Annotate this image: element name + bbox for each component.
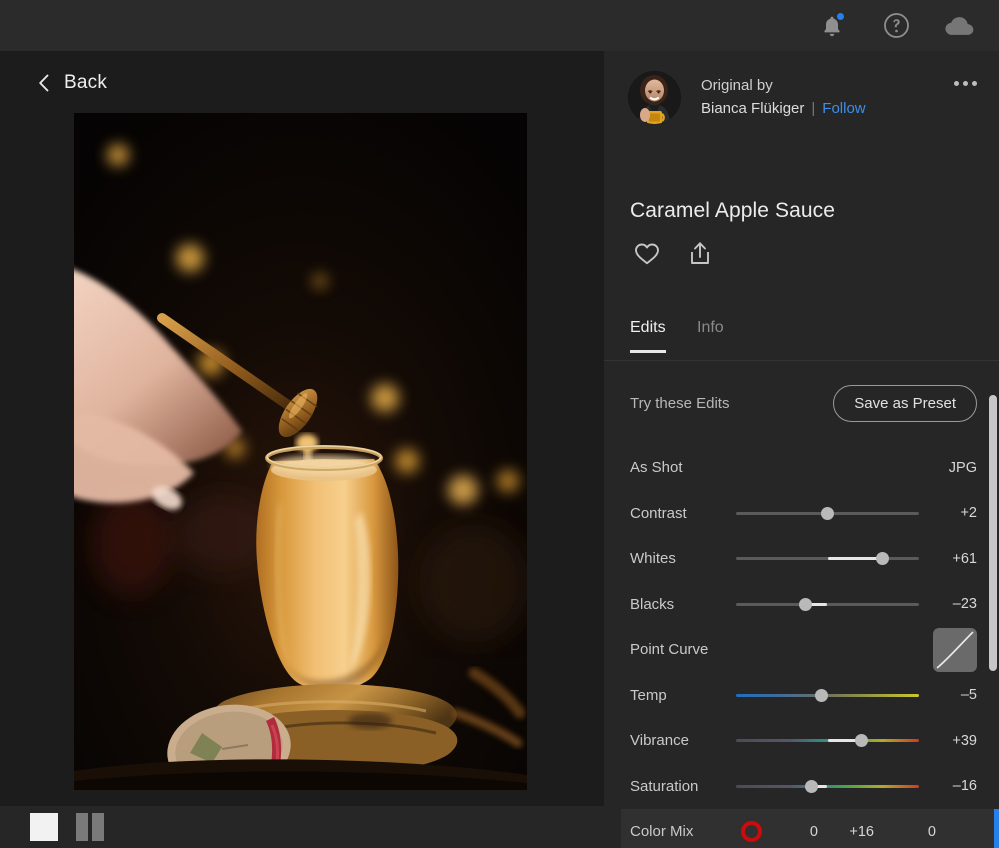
blacks-slider[interactable] — [736, 595, 919, 613]
edit-row-contrast[interactable]: Contrast +2 — [604, 491, 999, 537]
compare-view-icon[interactable] — [76, 813, 104, 841]
more-options-icon[interactable] — [954, 81, 977, 86]
slider-fill — [827, 557, 883, 561]
edit-value: +39 — [952, 732, 977, 749]
edit-row-whites[interactable]: Whites +61 — [604, 536, 999, 582]
edit-value: +2 — [960, 505, 977, 522]
view-mode-bar — [0, 806, 604, 848]
notifications-bell-icon[interactable] — [815, 9, 849, 43]
photo-title: Caramel Apple Sauce — [630, 199, 836, 222]
temp-slider[interactable] — [736, 686, 919, 704]
edit-label: Contrast — [630, 504, 687, 522]
author-info: Original by Bianca Flükiger | Follow — [701, 71, 866, 121]
single-view-icon[interactable] — [30, 813, 58, 841]
author-name: Bianca Flükiger — [701, 99, 805, 117]
original-by-label: Original by — [701, 77, 773, 94]
whites-slider[interactable] — [736, 550, 919, 568]
edit-label: As Shot — [630, 459, 683, 477]
name-separator: | — [811, 99, 816, 117]
tab-edits[interactable]: Edits — [630, 319, 666, 353]
edit-label: Temp — [630, 686, 667, 704]
edit-label: Whites — [630, 550, 676, 568]
edit-row-vibrance[interactable]: Vibrance +39 — [604, 718, 999, 764]
slider-track — [736, 784, 919, 788]
edits-header: Try these Edits Save as Preset — [604, 361, 999, 445]
edit-row-temp[interactable]: Temp –5 — [604, 673, 999, 719]
color-swatch-red-icon[interactable] — [741, 821, 762, 843]
notification-badge-dot — [835, 10, 846, 22]
contrast-slider[interactable] — [736, 504, 919, 522]
follow-link[interactable]: Follow — [822, 98, 865, 121]
color-mix-hue-value: 0 — [809, 823, 818, 840]
edits-scrollbar[interactable] — [989, 395, 997, 671]
tab-info[interactable]: Info — [697, 319, 724, 350]
details-panel: Original by Bianca Flükiger | Follow Car… — [604, 51, 999, 848]
edit-value: +61 — [952, 550, 977, 567]
try-these-edits-label: Try these Edits — [630, 394, 730, 412]
slider-thumb[interactable] — [854, 734, 868, 748]
edit-label: Point Curve — [630, 641, 709, 659]
edit-value: –16 — [952, 778, 977, 795]
back-button-label: Back — [64, 72, 108, 93]
back-button[interactable]: Back — [38, 72, 107, 94]
saturation-slider[interactable] — [736, 777, 919, 795]
edits-list: As Shot JPG Contrast +2 Whites +61 Black… — [604, 445, 999, 848]
lightroom-photo-detail-screen: Back Original by Bianca Flükiger | Follo… — [0, 0, 999, 848]
edit-row-point-curve[interactable]: Point Curve — [604, 627, 999, 673]
edit-value: –5 — [960, 687, 977, 704]
edit-value: JPG — [948, 459, 977, 476]
share-icon[interactable] — [688, 241, 712, 271]
chevron-left-icon — [38, 74, 50, 92]
author-name-row: Bianca Flükiger | Follow — [701, 98, 866, 121]
color-mix-luminance-value: 0 — [927, 823, 936, 840]
edit-label: Blacks — [630, 595, 675, 613]
slider-track — [736, 602, 919, 606]
edit-row-color-mix-red[interactable]: Color Mix 0 +16 0 — [621, 809, 999, 848]
edit-row-saturation[interactable]: Saturation –16 — [604, 764, 999, 810]
top-toolbar — [0, 0, 999, 51]
slider-thumb[interactable] — [814, 688, 828, 702]
author-avatar[interactable] — [628, 71, 681, 124]
edit-row-blacks[interactable]: Blacks –23 — [604, 582, 999, 628]
edit-label: Saturation — [630, 777, 699, 795]
help-circle-icon[interactable] — [879, 9, 913, 43]
edit-label: Vibrance — [630, 732, 689, 750]
photo-preview[interactable] — [74, 113, 527, 790]
point-curve-thumbnail[interactable] — [933, 627, 977, 672]
slider-thumb[interactable] — [821, 506, 834, 520]
slider-thumb[interactable] — [805, 779, 819, 793]
photo-canvas-pane: Back — [0, 51, 604, 848]
edit-value: –23 — [952, 596, 977, 613]
author-block: Original by Bianca Flükiger | Follow — [628, 71, 866, 124]
vibrance-slider[interactable] — [736, 732, 919, 750]
color-mix-saturation-value: +16 — [849, 823, 874, 840]
slider-thumb[interactable] — [875, 552, 889, 566]
save-as-preset-button[interactable]: Save as Preset — [833, 384, 977, 422]
slider-thumb[interactable] — [799, 597, 813, 611]
like-heart-icon[interactable] — [634, 242, 660, 271]
selected-row-indicator — [994, 809, 999, 848]
panel-tabs: Edits Info — [604, 309, 999, 361]
edit-row-as-shot[interactable]: As Shot JPG — [604, 445, 999, 491]
cloud-icon[interactable] — [943, 9, 977, 43]
edit-label: Color Mix — [630, 823, 694, 841]
photo-actions — [634, 241, 712, 271]
